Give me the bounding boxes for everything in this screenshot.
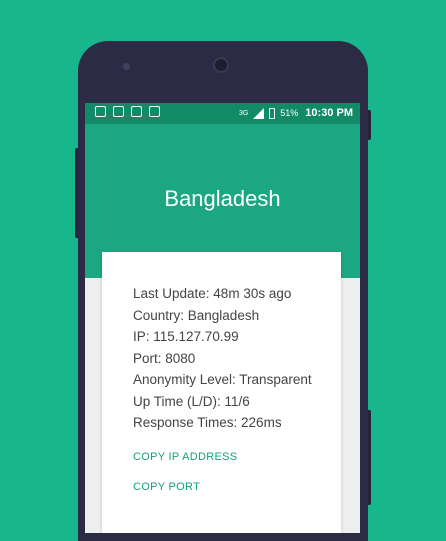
page-title: Bangladesh (164, 186, 281, 211)
usb-icon (95, 106, 106, 117)
battery-percent: 51% (280, 108, 299, 118)
image-icon (113, 106, 124, 117)
anonymity-text: Anonymity Level: Transparent (133, 372, 312, 387)
network-type-label: 3G (238, 109, 249, 117)
port-text: Port: 8080 (133, 350, 196, 366)
response-time-text: Response Times: 226ms (133, 415, 282, 430)
phone-sensor (123, 63, 130, 70)
app-screen: 3G 51% 10:30 PM Bangladesh Last Update: … (85, 103, 360, 533)
android-icon (149, 106, 160, 117)
copy-port-button[interactable]: COPY PORT (133, 481, 200, 493)
clock: 10:30 PM (305, 107, 353, 119)
notification-icons (95, 106, 160, 117)
signal-icon (253, 107, 265, 119)
system-icons: 3G 51% 10:30 PM (239, 107, 353, 119)
uptime-text: Up Time (L/D): 11/6 (133, 393, 250, 409)
battery-icon (269, 107, 276, 119)
country-text: Country: Bangladesh (133, 307, 260, 323)
status-bar: 3G 51% 10:30 PM (85, 103, 360, 124)
proxy-details: Last Update: 48m 30s ago Country: Bangla… (133, 283, 312, 434)
phone-camera (213, 57, 229, 73)
ip-text: IP: 115.127.70.99 (133, 329, 239, 344)
last-update-text: Last Update: 48m 30s ago (133, 286, 292, 301)
wifi-hotspot-icon (131, 106, 142, 117)
copy-ip-button[interactable]: COPY IP ADDRESS (133, 451, 237, 463)
proxy-info-card: Last Update: 48m 30s ago Country: Bangla… (102, 252, 341, 533)
